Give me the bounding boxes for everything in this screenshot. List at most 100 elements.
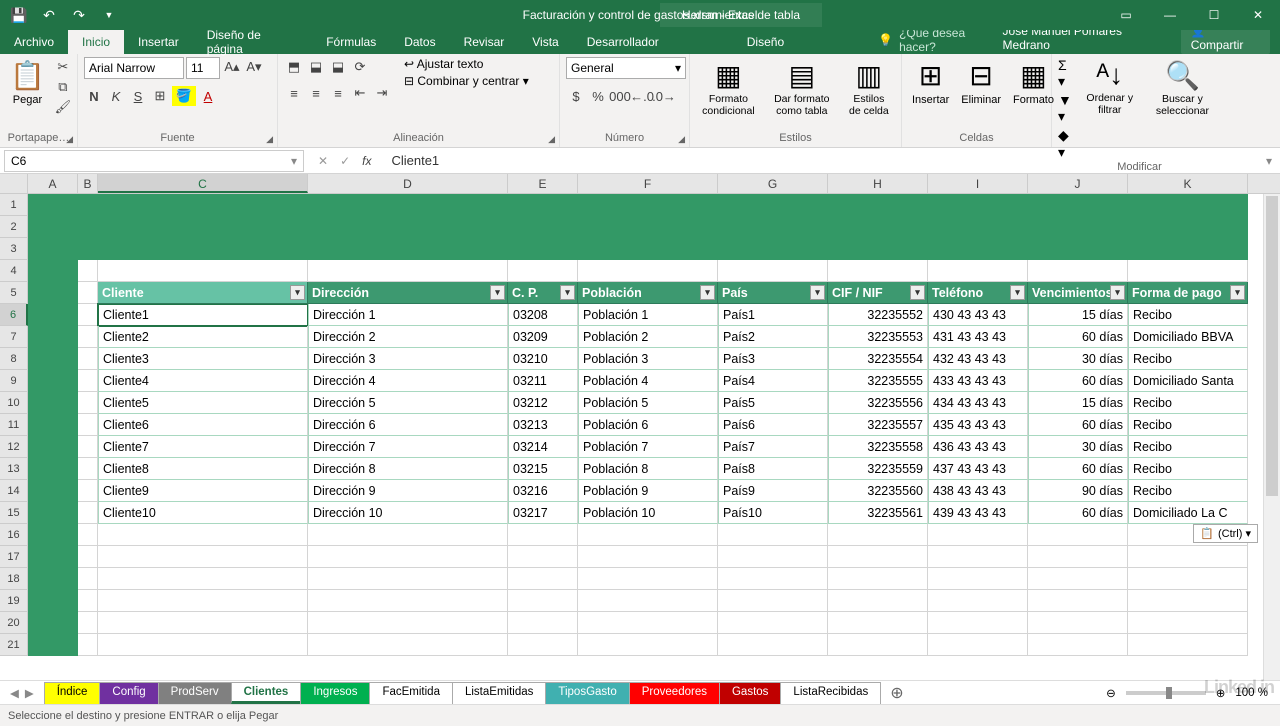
- tab-formulas[interactable]: Fórmulas: [312, 30, 390, 54]
- cell[interactable]: [78, 370, 98, 392]
- cell[interactable]: País7: [718, 436, 828, 458]
- font-name-combo[interactable]: Arial Narrow: [84, 57, 184, 79]
- ribbon-display-icon[interactable]: ▭: [1104, 0, 1148, 30]
- tab-layout[interactable]: Diseño de página: [193, 30, 312, 54]
- cell[interactable]: [1128, 568, 1248, 590]
- cell[interactable]: [28, 590, 78, 612]
- cell[interactable]: [828, 216, 928, 238]
- sheet-nav-next-icon[interactable]: ▶: [25, 686, 34, 700]
- cell[interactable]: [578, 634, 718, 656]
- clear-icon[interactable]: ◆ ▾: [1058, 127, 1076, 161]
- tab-home[interactable]: Inicio: [68, 30, 124, 54]
- cell[interactable]: [78, 260, 98, 282]
- zoom-slider[interactable]: [1126, 691, 1206, 695]
- font-launcher-icon[interactable]: ◢: [266, 134, 273, 145]
- cell[interactable]: Cliente9: [98, 480, 308, 502]
- row-header[interactable]: 18: [0, 568, 28, 590]
- tab-file[interactable]: Archivo: [0, 30, 68, 54]
- paste-button[interactable]: 📋 Pegar: [6, 57, 49, 108]
- cell[interactable]: [718, 546, 828, 568]
- tell-me-search[interactable]: 💡 ¿Qué desea hacer?: [878, 26, 1002, 54]
- row-header[interactable]: 9: [0, 370, 28, 392]
- column-header-B[interactable]: B: [78, 174, 98, 193]
- cell[interactable]: 03217: [508, 502, 578, 524]
- sort-filter-button[interactable]: ᴬ↓Ordenar y filtrar: [1080, 57, 1140, 118]
- cell[interactable]: [78, 282, 98, 304]
- cell[interactable]: 60 días: [1028, 414, 1128, 436]
- cell[interactable]: 30 días: [1028, 436, 1128, 458]
- insert-cells-button[interactable]: ⊞Insertar: [908, 57, 953, 108]
- cell[interactable]: [508, 194, 578, 216]
- column-header-J[interactable]: J: [1028, 174, 1128, 193]
- cell[interactable]: 03214: [508, 436, 578, 458]
- cell[interactable]: Cliente10: [98, 502, 308, 524]
- fx-icon[interactable]: fx: [362, 154, 371, 168]
- cell[interactable]: [28, 458, 78, 480]
- cell[interactable]: [78, 590, 98, 612]
- cell[interactable]: [308, 524, 508, 546]
- cell[interactable]: [28, 414, 78, 436]
- select-all-button[interactable]: [0, 174, 28, 193]
- cell[interactable]: 60 días: [1028, 502, 1128, 524]
- cell[interactable]: País5: [718, 392, 828, 414]
- font-size-combo[interactable]: 11: [186, 57, 220, 79]
- cell[interactable]: [718, 634, 828, 656]
- align-center-icon[interactable]: ≡: [306, 83, 326, 103]
- cell[interactable]: Domiciliado Santa: [1128, 370, 1248, 392]
- undo-icon[interactable]: ↶: [38, 4, 60, 26]
- cell[interactable]: 32235552: [828, 304, 928, 326]
- cell[interactable]: [1028, 524, 1128, 546]
- cell[interactable]: Dirección 4: [308, 370, 508, 392]
- cell[interactable]: [828, 524, 928, 546]
- cell[interactable]: [828, 568, 928, 590]
- row-header[interactable]: 16: [0, 524, 28, 546]
- cell[interactable]: [928, 634, 1028, 656]
- align-top-icon[interactable]: ⬒: [284, 57, 304, 77]
- cell[interactable]: País6: [718, 414, 828, 436]
- cell[interactable]: Recibo: [1128, 480, 1248, 502]
- maximize-icon[interactable]: ☐: [1192, 0, 1236, 30]
- cell[interactable]: CIF / NIF▾: [828, 282, 928, 304]
- cell[interactable]: [1128, 612, 1248, 634]
- cell[interactable]: [1128, 260, 1248, 282]
- cell[interactable]: 32235558: [828, 436, 928, 458]
- cell[interactable]: [928, 612, 1028, 634]
- cell[interactable]: [828, 590, 928, 612]
- cell[interactable]: Dirección 5: [308, 392, 508, 414]
- cell[interactable]: [78, 502, 98, 524]
- clipboard-launcher-icon[interactable]: ◢: [66, 134, 73, 145]
- currency-icon[interactable]: $: [566, 86, 586, 106]
- cell[interactable]: Población 2: [578, 326, 718, 348]
- cell[interactable]: Cliente8: [98, 458, 308, 480]
- cell[interactable]: [308, 634, 508, 656]
- font-color-icon[interactable]: A: [198, 86, 218, 106]
- cell[interactable]: [98, 634, 308, 656]
- cell[interactable]: [78, 414, 98, 436]
- cell[interactable]: [508, 612, 578, 634]
- cell[interactable]: [718, 216, 828, 238]
- sheet-tab-ingresos[interactable]: Ingresos: [300, 682, 370, 704]
- row-header[interactable]: 1: [0, 194, 28, 216]
- cell[interactable]: [78, 326, 98, 348]
- align-left-icon[interactable]: ≡: [284, 83, 304, 103]
- row-header[interactable]: 15: [0, 502, 28, 524]
- redo-icon[interactable]: ↷: [68, 4, 90, 26]
- cell[interactable]: [828, 612, 928, 634]
- sheet-tab-listaemitidas[interactable]: ListaEmitidas: [452, 682, 546, 704]
- column-header-K[interactable]: K: [1128, 174, 1248, 193]
- row-header[interactable]: 3: [0, 238, 28, 260]
- cancel-formula-icon[interactable]: ✕: [318, 154, 328, 168]
- cell[interactable]: 03209: [508, 326, 578, 348]
- cell[interactable]: Dirección 8: [308, 458, 508, 480]
- sheet-tab-índice[interactable]: Índice: [44, 682, 101, 704]
- cell[interactable]: Dirección 7: [308, 436, 508, 458]
- cell[interactable]: País10: [718, 502, 828, 524]
- cell[interactable]: [98, 546, 308, 568]
- cell[interactable]: 03213: [508, 414, 578, 436]
- row-header[interactable]: 20: [0, 612, 28, 634]
- cell[interactable]: [28, 524, 78, 546]
- percent-icon[interactable]: %: [588, 86, 608, 106]
- row-header[interactable]: 21: [0, 634, 28, 656]
- qat-customize-icon[interactable]: ▼: [98, 4, 120, 26]
- cell[interactable]: [828, 546, 928, 568]
